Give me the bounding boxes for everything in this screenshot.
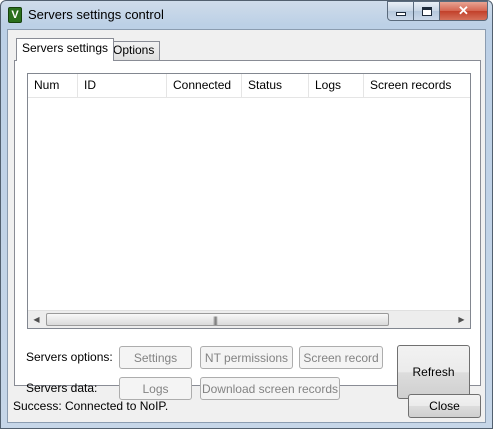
client-area: Servers settings Options Num ID Connecte… [7, 29, 486, 423]
close-button[interactable]: Close [408, 394, 481, 418]
nt-permissions-button[interactable]: NT permissions [200, 346, 293, 369]
title-bar[interactable]: V Servers settings control ✕ [1, 1, 492, 29]
scroll-left-icon[interactable]: ◀ [28, 311, 45, 328]
horizontal-scrollbar[interactable]: ◀ ||| ▶ [28, 310, 470, 328]
maximize-icon [421, 6, 432, 16]
app-window: V Servers settings control ✕ Servers set… [0, 0, 493, 429]
tab-servers-settings[interactable]: Servers settings [16, 38, 115, 61]
servers-options-label: Servers options: [26, 350, 113, 364]
status-text: Success: Connected to NoIP. [13, 399, 169, 413]
tab-options[interactable]: Options [107, 41, 161, 60]
app-icon: V [8, 7, 22, 23]
maximize-button[interactable] [414, 1, 440, 21]
column-logs[interactable]: Logs [309, 74, 364, 98]
minimize-icon [395, 12, 406, 16]
servers-settings-panel: Num ID Connected Status Logs Screen reco… [14, 60, 481, 400]
scroll-right-icon[interactable]: ▶ [453, 311, 470, 328]
column-num[interactable]: Num [28, 74, 78, 98]
caption-buttons: ✕ [387, 1, 490, 21]
servers-data-label: Servers data: [26, 381, 98, 395]
logs-button[interactable]: Logs [119, 377, 192, 400]
column-connected[interactable]: Connected [167, 74, 242, 98]
column-id[interactable]: ID [78, 74, 167, 98]
settings-button[interactable]: Settings [119, 346, 192, 369]
refresh-button[interactable]: Refresh [397, 345, 470, 399]
window-title: Servers settings control [28, 7, 164, 22]
close-icon: ✕ [458, 3, 469, 18]
servers-list-header: Num ID Connected Status Logs Screen reco… [28, 74, 470, 98]
servers-list[interactable]: Num ID Connected Status Logs Screen reco… [27, 73, 471, 329]
screen-record-button[interactable]: Screen record [299, 346, 383, 369]
close-window-button[interactable]: ✕ [440, 1, 488, 21]
minimize-button[interactable] [387, 1, 414, 21]
grip-icon: ||| [213, 315, 218, 325]
download-screen-records-button[interactable]: Download screen records [200, 377, 340, 400]
column-status[interactable]: Status [242, 74, 309, 98]
scrollbar-thumb[interactable]: ||| [46, 313, 389, 326]
column-screen-records[interactable]: Screen records [364, 74, 470, 98]
